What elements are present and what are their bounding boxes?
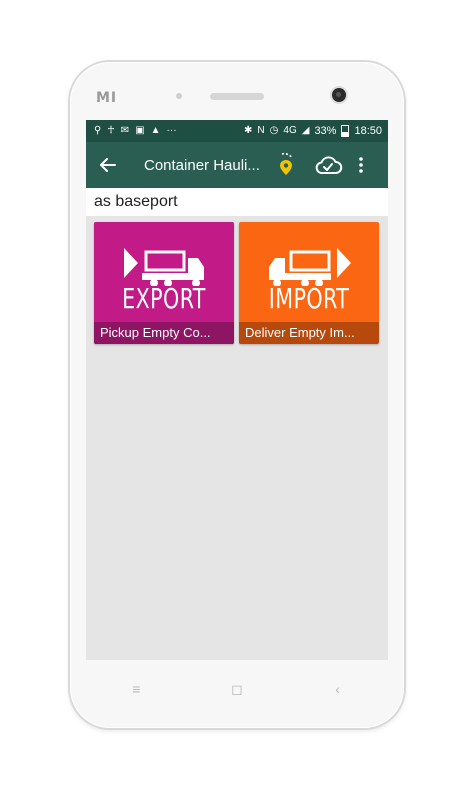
battery-percent: 33% xyxy=(314,125,337,137)
home-button[interactable]: ◻ xyxy=(207,681,267,698)
battery-icon xyxy=(341,125,350,137)
android-icon: ☥ xyxy=(107,125,115,136)
overflow-menu-button[interactable] xyxy=(348,142,374,188)
message-icon: ✉ xyxy=(120,125,130,136)
earpiece-speaker xyxy=(210,93,264,100)
export-title: EXPORT xyxy=(122,282,206,315)
signal-icon: ◢ xyxy=(301,125,310,136)
location-pin-icon xyxy=(279,152,293,175)
baseport-label: as baseport xyxy=(94,193,178,210)
proximity-sensor xyxy=(176,93,182,99)
usb-icon: ⚲ xyxy=(94,125,102,136)
cloud-sync-icon xyxy=(315,156,343,174)
system-navbar: ≡ ◻ ‹ xyxy=(86,672,388,706)
bluetooth-icon: ✱ xyxy=(244,125,253,136)
gps-status-button[interactable] xyxy=(274,142,298,188)
arrow-left-icon xyxy=(100,158,116,172)
page-title: Container Hauli... xyxy=(144,156,260,174)
export-caption: Pickup Empty Co... xyxy=(94,322,234,344)
app-bar: Container Hauli... xyxy=(86,142,388,188)
import-truck-icon xyxy=(269,248,351,286)
export-tile[interactable]: EXPORT Pickup Empty Co... xyxy=(94,222,234,344)
more-notifications-icon: ··· xyxy=(166,125,177,136)
back-button[interactable] xyxy=(86,142,130,188)
export-truck-icon xyxy=(124,248,204,286)
more-vert-icon xyxy=(359,157,363,173)
sync-button[interactable] xyxy=(308,142,348,188)
phone-top-bezel: MI xyxy=(70,62,404,120)
network-type: 4G xyxy=(283,125,297,136)
import-caption: Deliver Empty Im... xyxy=(239,322,379,344)
baseport-header: as baseport xyxy=(86,188,388,216)
image-icon: ▲ xyxy=(150,125,161,136)
alarm-icon: ◷ xyxy=(269,125,279,136)
clock: 18:50 xyxy=(354,125,382,137)
phone-screen: ⚲ ☥ ✉ ▣ ▲ ··· ✱ N ◷ 4G ◢ 33% 18:50 Conta… xyxy=(86,120,388,660)
nfc-icon: N xyxy=(257,125,265,136)
recent-apps-button[interactable]: ≡ xyxy=(106,681,166,697)
status-bar: ⚲ ☥ ✉ ▣ ▲ ··· ✱ N ◷ 4G ◢ 33% 18:50 xyxy=(86,120,388,142)
import-title: IMPORT xyxy=(268,282,350,315)
front-camera xyxy=(332,88,346,102)
import-tile[interactable]: IMPORT Deliver Empty Im... xyxy=(239,222,379,344)
media-icon: ▣ xyxy=(135,125,145,136)
system-back-button[interactable]: ‹ xyxy=(308,681,368,697)
mi-logo: MI xyxy=(96,90,118,106)
